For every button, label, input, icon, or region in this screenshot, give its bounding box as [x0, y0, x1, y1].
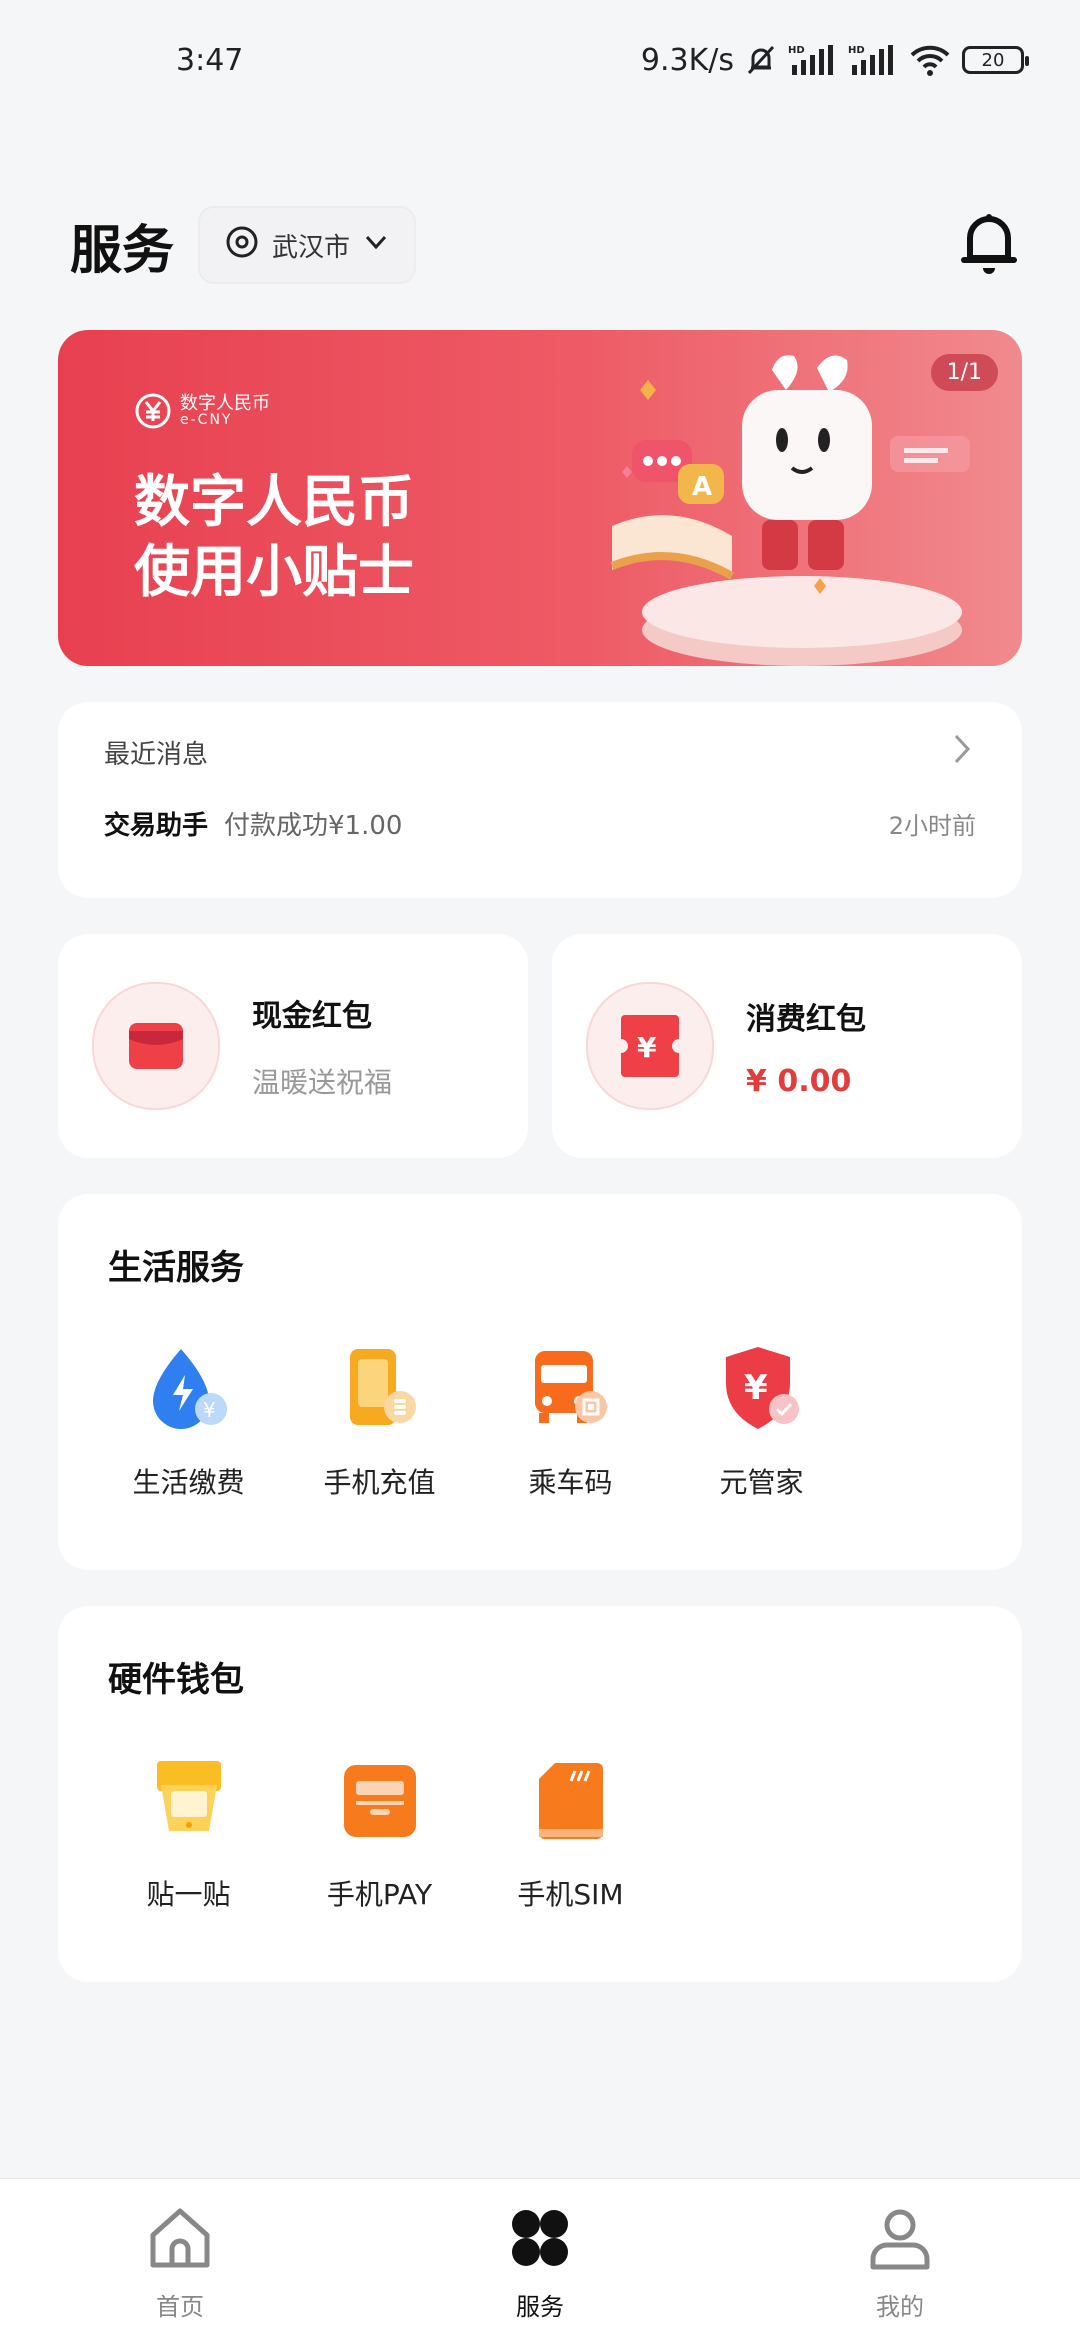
- nav-profile-label: 我的: [876, 2293, 924, 2321]
- status-icons: 9.3K/s HD HD 20: [640, 42, 1029, 78]
- promo-banner[interactable]: 1/1 数字人民币 e-CNY 数字人民币 使用小贴士 A: [58, 330, 1022, 666]
- tap-card-icon: [139, 1751, 239, 1851]
- notification-bell-icon[interactable]: [958, 208, 1020, 282]
- svg-text:¥: ¥: [637, 1031, 657, 1064]
- message-text: 付款成功¥1.00: [224, 811, 403, 841]
- nav-services-label: 服务: [516, 2293, 564, 2321]
- consumer-red-packet-card[interactable]: ¥ 消费红包 ¥ 0.00: [552, 934, 1022, 1158]
- ecny-logo-en: e-CNY: [180, 412, 233, 428]
- page-title: 服务: [70, 220, 175, 281]
- coupon-ticket-icon: ¥: [586, 982, 714, 1110]
- service-label: 生活缴费: [132, 1466, 245, 1499]
- cash-red-packet-card[interactable]: 现金红包 温暖送祝福: [58, 934, 528, 1158]
- phone-topup-icon: [330, 1339, 430, 1439]
- nav-services[interactable]: 服务: [440, 2203, 640, 2322]
- consumer-red-packet-title: 消费红包: [746, 1001, 866, 1037]
- service-yuan-steward[interactable]: ¥ 元管家: [641, 1339, 882, 1501]
- services-icon: [505, 2203, 575, 2277]
- mute-icon: [744, 43, 778, 77]
- nav-home-label: 首页: [156, 2293, 204, 2321]
- svg-text:HD: HD: [788, 45, 805, 56]
- yuan-shield-icon: ¥: [712, 1339, 812, 1439]
- ecny-logo: 数字人民币 e-CNY: [134, 392, 270, 430]
- banner-title: 数字人民币 使用小贴士: [134, 468, 414, 608]
- service-label: 元管家: [719, 1466, 804, 1499]
- red-envelope-icon: [92, 982, 220, 1110]
- network-speed: 9.3K/s: [640, 42, 734, 78]
- services-page: 3:47 9.3K/s HD HD 20 服务 武汉市 1/1 数字人民币 e-…: [0, 0, 1080, 2340]
- utility-bill-icon: ¥: [139, 1339, 239, 1439]
- hw-label: 手机PAY: [326, 1878, 433, 1911]
- home-icon: [145, 2203, 215, 2277]
- phone-pay-icon: [330, 1751, 430, 1851]
- service-label: 手机充值: [323, 1466, 436, 1499]
- mascot-illustration: A: [610, 355, 970, 666]
- hardware-wallet-section: 硬件钱包 贴一贴 手机PAY 手机SIM: [58, 1606, 1022, 1982]
- bus-code-icon: [521, 1339, 621, 1439]
- nav-home[interactable]: 首页: [80, 2203, 280, 2322]
- message-sender: 交易助手: [104, 811, 209, 841]
- message-time: 2小时前: [888, 812, 976, 840]
- battery-level: 20: [981, 49, 1005, 71]
- wifi-icon: [908, 43, 952, 77]
- cash-red-packet-title: 现金红包: [252, 999, 372, 1034]
- bottom-nav: 首页 服务 我的: [0, 2178, 1080, 2340]
- svg-text:HD: HD: [848, 45, 865, 56]
- location-selector[interactable]: 武汉市: [198, 206, 417, 284]
- banner-title-line2: 使用小贴士: [134, 540, 414, 605]
- svg-text:A: A: [692, 472, 712, 502]
- consumer-red-packet-amount: ¥ 0.00: [746, 1063, 852, 1099]
- nav-profile[interactable]: 我的: [800, 2203, 1000, 2322]
- banner-title-line1: 数字人民币: [134, 470, 414, 535]
- sim-card-icon: [521, 1751, 621, 1851]
- ecny-logo-icon: [135, 393, 171, 429]
- recent-messages-heading: 最近消息: [104, 740, 209, 770]
- page-header: 服务 武汉市: [70, 200, 1020, 290]
- status-time: 3:47: [176, 42, 244, 78]
- hw-phone-sim[interactable]: 手机SIM: [450, 1751, 691, 1913]
- svg-text:¥: ¥: [744, 1368, 768, 1408]
- svg-text:¥: ¥: [203, 1398, 216, 1422]
- chevron-down-icon: [362, 228, 390, 263]
- service-label: 乘车码: [528, 1466, 613, 1499]
- life-services-section: 生活服务 ¥ 生活缴费 手机充值 乘车码 ¥ 元管家: [58, 1194, 1022, 1570]
- chevron-right-icon: [948, 732, 976, 773]
- hw-label: 贴一贴: [146, 1878, 231, 1911]
- hw-label: 手机SIM: [517, 1878, 624, 1911]
- battery-icon: 20: [962, 46, 1029, 74]
- ecny-logo-cn: 数字人民币: [180, 393, 270, 414]
- profile-icon: [865, 2203, 935, 2277]
- signal-hd-icon: HD: [848, 43, 898, 77]
- location-pin-icon: [224, 224, 260, 267]
- hardware-wallet-title: 硬件钱包: [108, 1660, 244, 1700]
- location-label: 武汉市: [272, 232, 351, 263]
- life-services-title: 生活服务: [108, 1248, 244, 1288]
- recent-messages-card[interactable]: 最近消息 交易助手 付款成功¥1.00 2小时前: [58, 702, 1022, 898]
- cash-red-packet-subtitle: 温暖送祝福: [252, 1066, 393, 1099]
- message-row: 交易助手 付款成功¥1.00 2小时前: [104, 805, 976, 842]
- signal-hd-icon: HD: [788, 43, 838, 77]
- status-bar: 3:47 9.3K/s HD HD 20: [0, 0, 1080, 120]
